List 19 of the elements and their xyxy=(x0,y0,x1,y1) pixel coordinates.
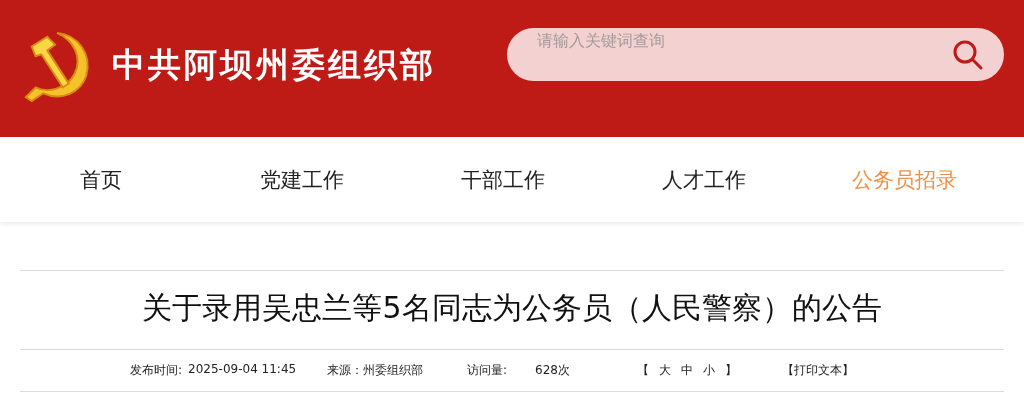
nav-link[interactable]: 党建工作 xyxy=(259,165,344,194)
bracket-text: 】 xyxy=(725,362,737,379)
nav-link[interactable]: 首页 xyxy=(79,165,122,194)
bracket-text: 【 xyxy=(637,362,649,379)
font-size-link[interactable]: 小 xyxy=(703,362,715,379)
site-title: 中共阿坝州委组织部 xyxy=(112,44,436,86)
views-label: 访问量: xyxy=(467,362,508,379)
source-text: 来源：州委组织部 xyxy=(327,362,423,379)
views-count: 628次 xyxy=(535,362,570,379)
publish-label: 发布时间: xyxy=(130,362,183,379)
font-size-link[interactable]: 中 xyxy=(681,362,693,379)
article-title: 关于录用吴忠兰等5名同志为公务员（人民警察）的公告 xyxy=(141,289,883,327)
search-field[interactable]: 请输入关键词查询 xyxy=(507,28,1004,81)
nav-link[interactable]: 人才工作 xyxy=(661,165,746,194)
publish-time: 2025-09-04 11:45 xyxy=(188,362,297,378)
search-icon[interactable] xyxy=(952,39,984,71)
print-link[interactable]: 【打印文本】 xyxy=(782,362,854,379)
font-size-link[interactable]: 大 xyxy=(659,362,671,379)
nav-link[interactable]: 干部工作 xyxy=(460,165,545,194)
